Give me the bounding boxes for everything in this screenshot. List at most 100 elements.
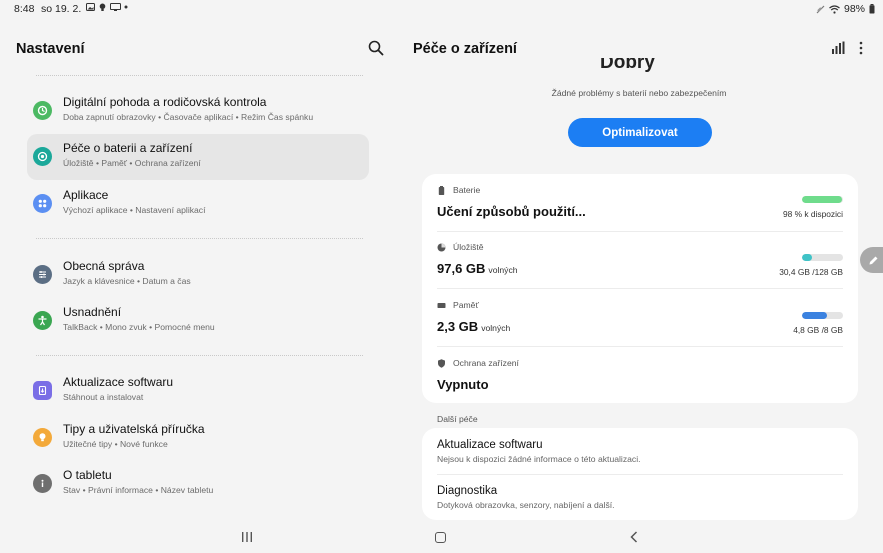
battery-percent: 98% <box>843 3 865 15</box>
back-icon[interactable] <box>629 531 639 543</box>
divider <box>437 288 843 289</box>
dot-icon <box>124 5 128 9</box>
device-care-icon <box>33 147 52 166</box>
settings-item-title: Aktualizace softwaru <box>63 375 174 389</box>
battery-detail: 98 % k dispozici <box>782 209 843 219</box>
status-message: Žádné problémy s baterií nebo zabezpečen… <box>551 88 727 98</box>
settings-item-about-tablet[interactable]: O tabletu Stav • Právní informace • Náze… <box>27 461 369 507</box>
device-protection-row[interactable]: Ochrana zařízení Vypnuto <box>437 358 843 398</box>
recents-icon[interactable] <box>241 532 253 542</box>
pencil-icon <box>869 256 878 264</box>
divider <box>36 355 363 356</box>
memory-bar-fill <box>802 312 827 319</box>
status-right: 98% <box>816 3 875 15</box>
info-icon <box>33 474 52 493</box>
status-time: 8:48 <box>14 3 35 15</box>
memory-row[interactable]: Paměť 2,3 GB volných 4,8 GB /8 GB <box>437 300 843 348</box>
status-bar: 8:48 so 19. 2. 98% <box>0 0 883 20</box>
settings-item-subtitle: TalkBack • Mono zvuk • Pomocné menu <box>63 322 215 332</box>
settings-item-software-update[interactable]: Aktualizace softwaru Stáhnout a instalov… <box>27 368 369 414</box>
bulb-icon <box>99 3 106 11</box>
divider <box>437 346 843 347</box>
settings-item-tips[interactable]: Tipy a uživatelská příručka Užitečné tip… <box>27 415 369 461</box>
device-score-label: Dobrý <box>600 58 655 73</box>
more-care-item-software-update[interactable]: Aktualizace softwaru Nejsou k dispozici … <box>422 428 858 474</box>
notification-icons <box>86 3 128 11</box>
memory-bar <box>802 312 843 319</box>
settings-item-title: Digitální pohoda a rodičovská kontrola <box>63 95 267 109</box>
memory-unit: volných <box>481 323 511 333</box>
settings-item-subtitle: Užitečné tipy • Nové funkce <box>63 439 168 449</box>
storage-pie-icon <box>437 243 446 252</box>
shield-icon <box>438 359 445 368</box>
more-care-header: Další péče <box>437 414 478 424</box>
tips-icon <box>33 428 52 447</box>
settings-item-subtitle: Stáhnout a instalovat <box>63 392 144 402</box>
more-care-subtitle: Dotyková obrazovka, senzory, nabíjení a … <box>437 500 615 510</box>
apps-icon <box>33 194 52 213</box>
settings-item-device-care[interactable]: Péče o baterii a zařízení Úložiště • Pam… <box>27 134 369 180</box>
settings-item-title: Usnadnění <box>63 305 122 319</box>
software-update-icon <box>33 381 52 400</box>
home-icon[interactable] <box>435 532 446 543</box>
settings-item-general-management[interactable]: Obecná správa Jazyk a klávesnice • Datum… <box>27 252 369 298</box>
settings-item-subtitle: Úložiště • Paměť • Ochrana zařízení <box>63 158 201 168</box>
battery-bar <box>802 196 843 203</box>
device-care-title: Péče o zařízení <box>413 41 517 57</box>
memory-free-amount: 2,3 GB <box>437 319 479 334</box>
storage-bar <box>802 254 843 261</box>
memory-value: 2,3 GB volných <box>437 319 510 334</box>
memory-label: Paměť <box>453 300 479 310</box>
battery-icon <box>869 4 875 14</box>
status-date: so 19. 2. <box>41 3 82 15</box>
battery-label: Baterie <box>453 185 481 195</box>
storage-unit: volných <box>488 265 518 275</box>
settings-item-subtitle: Jazyk a klávesnice • Datum a čas <box>63 276 191 286</box>
screen-cast-icon <box>110 3 121 11</box>
settings-item-digital-wellbeing[interactable]: Digitální pohoda a rodičovská kontrola D… <box>27 88 369 134</box>
more-care-item-diagnostics[interactable]: Diagnostika Dotyková obrazovka, senzory,… <box>422 474 858 520</box>
settings-item-title: Aplikace <box>63 188 109 202</box>
bar-chart-icon[interactable] <box>831 41 845 55</box>
more-options-icon[interactable] <box>855 41 867 55</box>
storage-row[interactable]: Úložiště 97,6 GB volných 30,4 GB /128 GB <box>437 242 843 290</box>
protection-value: Vypnuto <box>437 377 489 392</box>
gallery-icon <box>86 3 95 11</box>
memory-chip-icon <box>437 303 446 308</box>
settings-item-apps[interactable]: Aplikace Výchozí aplikace • Nastavení ap… <box>27 181 369 227</box>
mute-icon <box>816 5 825 13</box>
storage-value: 97,6 GB volných <box>437 261 518 276</box>
general-management-icon <box>33 265 52 284</box>
memory-detail: 4,8 GB /8 GB <box>793 325 843 335</box>
battery-small-icon <box>438 186 445 195</box>
settings-item-title: O tabletu <box>63 468 112 482</box>
optimize-button[interactable]: Optimalizovat <box>568 118 712 147</box>
wellbeing-icon <box>33 101 52 120</box>
settings-item-accessibility[interactable]: Usnadnění TalkBack • Mono zvuk • Pomocné… <box>27 298 369 344</box>
page-title: Nastavení <box>16 41 85 57</box>
battery-bar-fill <box>802 196 843 203</box>
settings-item-title: Péče o baterii a zařízení <box>63 141 193 155</box>
storage-free-amount: 97,6 GB <box>437 261 486 276</box>
accessibility-icon <box>33 311 52 330</box>
settings-item-subtitle: Výchozí aplikace • Nastavení aplikací <box>63 205 206 215</box>
divider <box>36 238 363 239</box>
wifi-icon <box>829 4 840 14</box>
settings-item-subtitle: Stav • Právní informace • Název tabletu <box>63 485 214 495</box>
more-care-title: Aktualizace softwaru <box>437 439 543 451</box>
storage-detail: 30,4 GB /128 GB <box>779 267 843 277</box>
search-icon[interactable] <box>367 39 385 57</box>
divider <box>437 231 843 232</box>
battery-value: Učení způsobů použití... <box>437 204 586 219</box>
protection-label: Ochrana zařízení <box>453 358 519 368</box>
settings-item-title: Tipy a uživatelská příručka <box>63 422 205 436</box>
more-care-subtitle: Nejsou k dispozici žádné informace o tét… <box>437 454 641 464</box>
settings-item-title: Obecná správa <box>63 259 145 273</box>
storage-label: Úložiště <box>453 242 484 252</box>
device-score: Dobrý <box>600 58 680 80</box>
edit-floating-button[interactable] <box>860 247 883 273</box>
storage-bar-fill <box>802 254 812 261</box>
more-care-title: Diagnostika <box>437 485 498 497</box>
battery-row[interactable]: Baterie Učení způsobů použití... 98 % k … <box>437 185 843 233</box>
more-care-card: Aktualizace softwaru Nejsou k dispozici … <box>422 428 858 520</box>
